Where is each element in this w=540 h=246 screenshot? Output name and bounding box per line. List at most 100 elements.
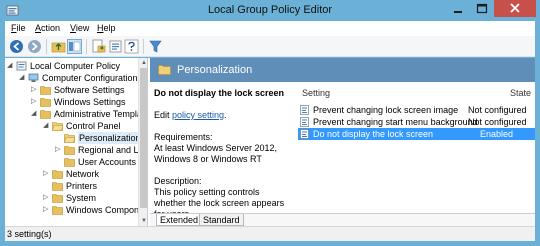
expanded-arrow-icon[interactable]: ◢ — [19, 72, 27, 84]
maximize-icon — [476, 3, 488, 14]
setting-row[interactable]: Do not display the lock screen Enabled — [298, 128, 535, 140]
description-block: Description: This policy setting controls… — [154, 176, 293, 213]
collapsed-arrow-icon[interactable]: ▷ — [31, 84, 39, 96]
tree-item-label: Printers — [66, 181, 98, 191]
collapsed-arrow-icon[interactable]: ▷ — [43, 168, 51, 180]
menu-view-label: iew — [75, 23, 90, 33]
scroll-down-arrow-icon[interactable]: ▼ — [140, 217, 147, 225]
tree-item-label: Computer Configuration — [42, 73, 138, 83]
setting-state: Not configured — [468, 117, 527, 127]
tree-item-label: Control Panel — [66, 121, 121, 131]
tree-item[interactable]: ▷ Windows Components — [5, 204, 147, 216]
tree-item-label: System — [66, 193, 97, 203]
folder-open-icon — [64, 134, 75, 143]
forward-icon[interactable] — [27, 39, 42, 54]
folder-open-icon — [52, 122, 63, 131]
policy-setting-icon — [300, 129, 309, 139]
policy-icon — [16, 61, 27, 71]
description-label: Description: — [154, 176, 202, 186]
expanded-arrow-icon[interactable]: ◢ — [43, 120, 51, 132]
maximize-button[interactable] — [470, 0, 494, 17]
settings-list: Setting State Prevent changing lock scre… — [298, 82, 535, 213]
close-button[interactable] — [494, 0, 536, 17]
tree-item[interactable]: Printers — [5, 180, 138, 192]
list-header: Setting State — [298, 88, 535, 102]
folder-icon — [52, 182, 63, 191]
show-hide-tree-icon[interactable] — [67, 39, 82, 54]
tree-item[interactable]: ◢ Administrative Templates — [5, 108, 147, 120]
collapsed-arrow-icon[interactable]: ▷ — [55, 144, 63, 156]
status-text: 3 setting(s) — [7, 229, 52, 239]
scroll-up-arrow-icon[interactable]: ▲ — [140, 59, 147, 67]
setting-name: Prevent changing lock screen image — [313, 105, 459, 115]
setting-name: Do not display the lock screen — [313, 129, 434, 139]
app-window: Local Group Policy Editor File Action Vi… — [0, 0, 540, 246]
tree-item[interactable]: ▷ Windows Settings — [5, 96, 138, 108]
setting-row[interactable]: Prevent changing lock screen image Not co… — [298, 104, 535, 116]
folder-icon — [52, 206, 63, 215]
filter-icon[interactable] — [148, 39, 163, 54]
tree-item[interactable]: ◢ Computer Configuration — [5, 72, 138, 84]
toolbar-separator — [86, 39, 87, 54]
menu-bar: File Action View Help — [5, 21, 535, 36]
menu-action[interactable]: Action — [35, 23, 60, 33]
collapsed-arrow-icon[interactable]: ▷ — [43, 192, 51, 204]
main-content: ◢ Local Computer Policy ◢ Computer Configur… — [5, 58, 535, 226]
tree-item-label: Windows Components — [66, 205, 148, 215]
up-folder-icon[interactable] — [51, 39, 66, 54]
expanded-arrow-icon[interactable]: ◢ — [31, 108, 39, 120]
tree-item[interactable]: ▷ Network — [5, 168, 138, 180]
edit-prefix: Edit — [154, 110, 173, 120]
toolbar-separator — [46, 39, 47, 54]
tree-item-label: Local Computer Policy — [30, 61, 121, 71]
export-list-icon[interactable] — [91, 39, 106, 54]
requirements-block: Requirements: At least Windows Server 201… — [154, 132, 293, 165]
requirements-label: Requirements: — [154, 132, 213, 142]
tree-item-label: Software Settings — [54, 85, 125, 95]
tab-extended[interactable]: Extended — [156, 214, 203, 226]
tree-item-label: Administrative Templates — [54, 109, 148, 119]
tree-item[interactable]: ◢ Control Panel — [5, 120, 138, 132]
title-bar[interactable]: Local Group Policy Editor — [0, 0, 540, 21]
menu-file[interactable]: File — [11, 23, 26, 33]
setting-row[interactable]: Prevent changing start menu background No… — [298, 116, 535, 128]
folder-icon — [40, 86, 51, 95]
navigation-tree: ◢ Local Computer Policy ◢ Computer Configur… — [5, 58, 148, 226]
expanded-arrow-icon[interactable]: ◢ — [7, 60, 15, 72]
menu-view[interactable]: View — [70, 23, 89, 33]
tree-item[interactable]: ▷Regional and Language Options — [5, 144, 147, 156]
edit-line: Edit policy setting. — [154, 110, 293, 121]
menu-help[interactable]: Help — [97, 23, 116, 33]
tree-vertical-scrollbar[interactable]: ▲ ▼ — [138, 58, 147, 226]
tree-item-label: User Accounts — [78, 157, 137, 167]
description-text: This policy setting controls whether the… — [154, 187, 285, 213]
collapsed-arrow-icon[interactable]: ▷ — [43, 204, 51, 216]
column-header-setting[interactable]: Setting — [302, 88, 330, 98]
computer-icon — [28, 73, 39, 82]
tree-item-label: Windows Settings — [54, 97, 126, 107]
tree-item[interactable]: User Accounts — [5, 156, 138, 168]
tree-item[interactable]: ▷ Software Settings — [5, 84, 138, 96]
pane-header-title: Personalization — [177, 64, 253, 76]
collapsed-arrow-icon[interactable]: ▷ — [31, 96, 39, 108]
policy-setting-icon — [300, 117, 309, 127]
tree-item[interactable]: ▷ System — [5, 192, 138, 204]
properties-icon[interactable] — [108, 39, 123, 54]
pane-header: Personalization — [150, 58, 535, 82]
policy-setting-link[interactable]: policy setting — [172, 110, 224, 120]
back-icon[interactable] — [9, 39, 24, 54]
setting-state: Enabled — [480, 129, 514, 139]
folder-open-icon — [158, 65, 171, 75]
help-icon[interactable] — [124, 39, 139, 54]
tree-item-label: Personalization — [78, 132, 142, 144]
tree-item[interactable]: ◢ Local Computer Policy — [5, 60, 138, 72]
tree-item[interactable]: Personalization — [5, 132, 142, 144]
scroll-thumb[interactable] — [140, 68, 147, 208]
column-header-state[interactable]: State — [510, 88, 531, 98]
tab-standard[interactable]: Standard — [199, 214, 244, 226]
folder-icon — [52, 194, 63, 203]
minimize-button[interactable] — [446, 0, 470, 17]
menu-action-label: ction — [41, 23, 61, 33]
